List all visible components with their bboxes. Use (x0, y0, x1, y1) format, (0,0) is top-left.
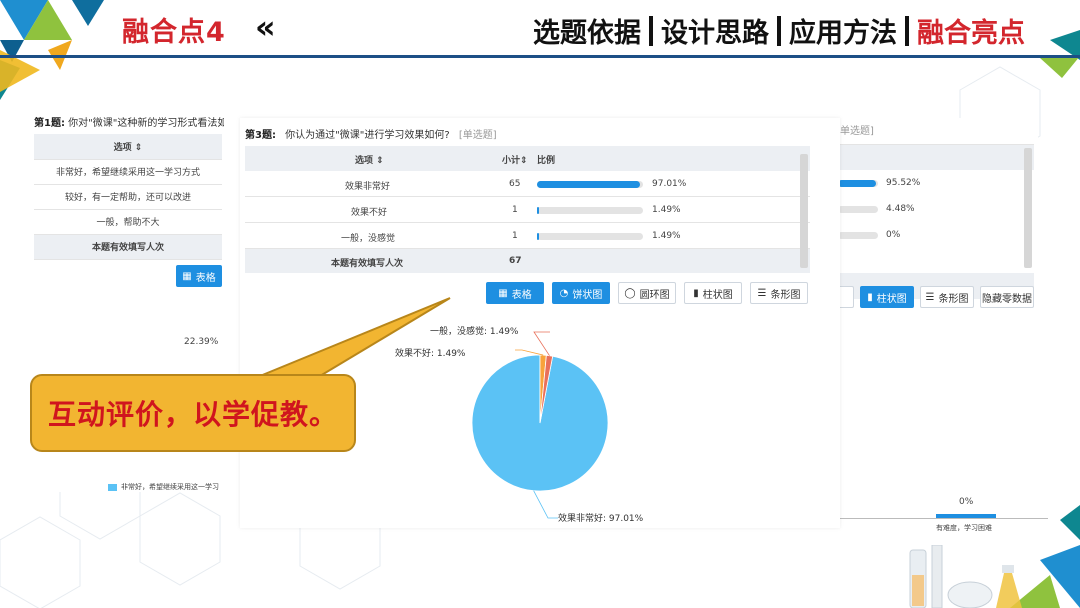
percent-bar-fill (537, 181, 640, 188)
bar-chart-icon: ☰ (757, 287, 767, 299)
question-text: 你对"微课"这种新的学习形式看法如何 (68, 118, 224, 129)
option-label: 效果非常好 (345, 182, 391, 192)
percent-bar-fill (537, 233, 539, 240)
table-row: 效果不好 1 1.49% (245, 197, 810, 223)
table-icon: ▦ (182, 270, 192, 282)
donut-chart-button[interactable]: ◯ 圆环图 (618, 282, 676, 304)
table-row: 4.48% (838, 204, 915, 214)
percent-bar (537, 233, 643, 240)
nav-item-design[interactable]: 设计思路 (661, 11, 769, 50)
back-arrow-icon[interactable]: « (255, 8, 276, 46)
table-total-row: 本题有效填写人次 67 (245, 249, 810, 273)
legend-swatch (108, 483, 117, 491)
percent-label: 0% (886, 230, 901, 240)
total-label: 本题有效填写人次 (34, 234, 222, 260)
count-value: 1 (512, 205, 518, 215)
question-type: [单选题] (458, 130, 497, 141)
total-label: 本题有效填写人次 (331, 259, 404, 269)
nav-separator (905, 15, 909, 46)
bar-chart-icon: ☰ (925, 291, 935, 303)
legend: 非常好，希望继续采用这一学习 (108, 482, 219, 492)
table-header-row: 选项 ⇕ 小计⇕ 比例 (245, 146, 810, 171)
table-row: 0% (838, 230, 900, 240)
count-value: 65 (509, 179, 521, 189)
scrollbar[interactable] (1024, 148, 1032, 268)
bar-chart-button[interactable]: ☰ 条形图 (920, 286, 974, 308)
question-type: 单选题] (840, 126, 874, 137)
slide-title: 融合点4 (122, 17, 226, 48)
right-results-table: 95.52% 4.48% 0% (838, 144, 1034, 299)
column-chart-icon: ▮ (867, 291, 873, 303)
column-header-option[interactable]: 选项 ⇕ (355, 153, 384, 166)
table-row: 95.52% (838, 178, 920, 188)
lab-flasks-illustration (909, 545, 1022, 608)
table-row: 一般，帮助不大 (34, 209, 222, 235)
column-header-count[interactable]: 小计⇕ (502, 153, 528, 166)
hide-zero-data-button[interactable]: 隐藏零数据 (980, 286, 1034, 308)
question-3-title: 第3题: 你认为通过"微课"进行学习效果如何? [单选题] (245, 126, 497, 141)
donut-chart-icon: ◯ (624, 287, 636, 299)
pie-label-leader-line (515, 349, 544, 356)
callout-box: 互动评价，以学促教。 (30, 374, 356, 452)
percent-bar (838, 205, 878, 213)
table-icon: ▦ (498, 287, 508, 299)
pie-chart-icon: ◔ (559, 287, 569, 299)
nav-separator (777, 15, 781, 46)
column-chart-button[interactable]: ▮ 柱状图 (860, 286, 914, 308)
count-value: 1 (512, 231, 518, 241)
table-row: 非常好，希望继续采用这一学习方式 (34, 159, 222, 185)
question-number: 第1题: (34, 118, 65, 129)
percent-label: 95.52% (886, 178, 921, 188)
table-row: 一般，没感觉 1 1.49% (245, 223, 810, 249)
nav-item-highlight[interactable]: 融合亮点 (917, 11, 1025, 50)
question-1-title: 第1题: 你对"微课"这种新的学习形式看法如何 (34, 114, 224, 129)
bar-chart-button[interactable]: ☰ 条形图 (750, 282, 808, 304)
table-header-row (838, 145, 1034, 170)
table-view-button[interactable]: ▦ 表格 (176, 265, 222, 287)
percent-bar (537, 207, 643, 214)
percent-bar (537, 181, 643, 188)
pie-label-leader-line (533, 490, 558, 519)
results-table: 选项 ⇕ 小计⇕ 比例 效果非常好 65 97.01% 效果不好 1 1.49%… (245, 146, 810, 273)
column-header-ratio[interactable]: 比例 (537, 153, 555, 166)
column-chart-button[interactable]: ▮ 柱状图 (684, 282, 742, 304)
nav-separator (649, 15, 653, 46)
right-survey-panel: 单选题] 95.52% 4.48% 0% ▮ 柱状图 ☰ 条形图 隐藏零数据 0… (838, 118, 1048, 538)
table-view-button[interactable]: ▦ 表格 (486, 282, 544, 304)
section-nav: 选题依据 设计思路 应用方法 融合亮点 (533, 11, 1025, 50)
percent-bar-fill (838, 179, 877, 187)
question-text: 你认为通过"微课"进行学习效果如何? (285, 130, 450, 141)
nav-item-method[interactable]: 应用方法 (789, 11, 897, 50)
percent-bar (838, 179, 878, 187)
axis-line (838, 518, 1048, 519)
percent-label: 1.49% (652, 205, 681, 215)
table-row: 效果非常好 65 97.01% (245, 171, 810, 197)
percent-label: 97.01% (652, 179, 687, 189)
header-divider (0, 55, 1080, 58)
pie-label-leader-line (533, 331, 550, 356)
bar-category-label: 有难度，学习困难 (936, 524, 992, 532)
left-results-table: 选项 ⇕ 非常好，希望继续采用这一学习方式 较好，有一定帮助，还可以改进 一般，… (34, 134, 222, 260)
column-header-option[interactable]: 选项 ⇕ (34, 134, 222, 160)
option-label: 一般，没感觉 (341, 234, 396, 244)
pie-chart-button[interactable]: ◔ 饼状图 (552, 282, 610, 304)
percent-bar (838, 231, 878, 239)
bar-value-label: 0% (959, 497, 974, 507)
question-number: 第3题: (245, 130, 276, 141)
pie-view-button-partial[interactable] (838, 286, 854, 308)
scrollbar[interactable] (800, 154, 808, 268)
nav-item-basis[interactable]: 选题依据 (533, 11, 641, 50)
option-label: 效果不好 (351, 208, 388, 218)
table-row: 较好，有一定帮助，还可以改进 (34, 184, 222, 210)
total-value: 67 (509, 256, 522, 266)
column-chart-icon: ▮ (693, 287, 699, 299)
percent-label: 1.49% (652, 231, 681, 241)
pie-slice-label: 效果非常好: 97.01% (558, 512, 644, 524)
percent-label: 4.48% (886, 204, 915, 214)
percent-bar-fill (537, 207, 539, 214)
